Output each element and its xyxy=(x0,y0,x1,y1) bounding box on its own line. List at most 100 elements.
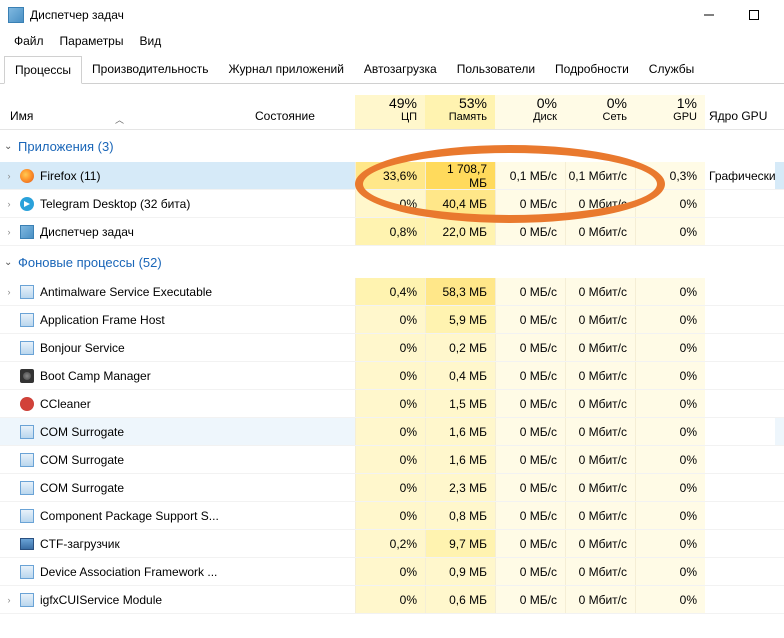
process-icon xyxy=(18,168,36,184)
process-name: CTF-загрузчик xyxy=(36,537,255,551)
process-icon xyxy=(18,196,36,212)
table-row[interactable]: Component Package Support S...0%0,8 МБ0 … xyxy=(0,502,784,530)
cell-network: 0 Мбит/с xyxy=(565,502,635,529)
cell-network: 0 Мбит/с xyxy=(565,390,635,417)
col-cpu[interactable]: 49% ЦП xyxy=(355,95,425,129)
table-row[interactable]: Device Association Framework ...0%0,9 МБ… xyxy=(0,558,784,586)
cell-cpu: 0,2% xyxy=(355,530,425,557)
tab-app-history[interactable]: Журнал приложений xyxy=(219,56,354,83)
table-row[interactable]: ›igfxCUIService Module0%0,6 МБ0 МБ/с0 Мб… xyxy=(0,586,784,614)
cell-network: 0 Мбит/с xyxy=(565,586,635,613)
table-row[interactable]: Bonjour Service0%0,2 МБ0 МБ/с0 Мбит/с0% xyxy=(0,334,784,362)
cell-disk: 0 МБ/с xyxy=(495,218,565,245)
table-row[interactable]: COM Surrogate0%1,6 МБ0 МБ/с0 Мбит/с0% xyxy=(0,446,784,474)
tab-performance[interactable]: Производительность xyxy=(82,56,218,83)
tab-processes[interactable]: Процессы xyxy=(4,56,82,84)
cell-disk: 0 МБ/с xyxy=(495,278,565,305)
table-row[interactable]: CTF-загрузчик0,2%9,7 МБ0 МБ/с0 Мбит/с0% xyxy=(0,530,784,558)
cell-gpu: 0% xyxy=(635,558,705,585)
table-row[interactable]: Boot Camp Manager0%0,4 МБ0 МБ/с0 Мбит/с0… xyxy=(0,362,784,390)
cell-gpu-engine xyxy=(705,390,775,417)
sort-indicator-icon: ︿ xyxy=(115,113,124,126)
col-state[interactable]: Состояние xyxy=(255,109,355,129)
cell-cpu: 0% xyxy=(355,586,425,613)
cpu-total: 49% xyxy=(355,95,417,111)
cell-gpu-engine xyxy=(705,530,775,557)
menu-options[interactable]: Параметры xyxy=(52,32,132,50)
table-row[interactable]: CCleaner0%1,5 МБ0 МБ/с0 Мбит/с0% xyxy=(0,390,784,418)
cell-memory: 58,3 МБ xyxy=(425,278,495,305)
cell-cpu: 0% xyxy=(355,418,425,445)
process-name: COM Surrogate xyxy=(36,453,255,467)
table-row[interactable]: ›Firefox (11)33,6%1 708,7 МБ0,1 МБ/с0,1 … xyxy=(0,162,784,190)
cell-network: 0 Мбит/с xyxy=(565,558,635,585)
cell-memory: 5,9 МБ xyxy=(425,306,495,333)
maximize-button[interactable] xyxy=(731,1,776,30)
cell-cpu: 0% xyxy=(355,558,425,585)
tab-users[interactable]: Пользователи xyxy=(447,56,545,83)
minimize-button[interactable] xyxy=(686,1,731,30)
menu-file[interactable]: Файл xyxy=(6,32,52,50)
table-row[interactable]: COM Surrogate0%2,3 МБ0 МБ/с0 Мбит/с0% xyxy=(0,474,784,502)
cell-gpu-engine xyxy=(705,474,775,501)
tab-bar: Процессы Производительность Журнал прило… xyxy=(0,56,784,84)
cell-gpu-engine xyxy=(705,502,775,529)
cell-network: 0 Мбит/с xyxy=(565,190,635,217)
cell-cpu: 0% xyxy=(355,306,425,333)
cell-gpu: 0% xyxy=(635,418,705,445)
table-row[interactable]: ›Telegram Desktop (32 бита)0%40,4 МБ0 МБ… xyxy=(0,190,784,218)
group-apps-title: Приложения (3) xyxy=(16,139,114,154)
cell-gpu: 0% xyxy=(635,278,705,305)
expand-icon[interactable]: › xyxy=(0,227,18,237)
table-row[interactable]: ›Antimalware Service Executable0,4%58,3 … xyxy=(0,278,784,306)
column-headers: ︿ Имя Состояние 49% ЦП 53% Память 0% Дис… xyxy=(0,84,784,130)
cell-gpu: 0% xyxy=(635,530,705,557)
disk-label: Диск xyxy=(495,111,557,123)
cell-cpu: 0% xyxy=(355,390,425,417)
process-name: Диспетчер задач xyxy=(36,225,255,239)
cell-memory: 0,6 МБ xyxy=(425,586,495,613)
expand-icon[interactable]: › xyxy=(0,595,18,605)
process-icon xyxy=(18,536,36,552)
col-disk[interactable]: 0% Диск xyxy=(495,95,565,129)
group-bg[interactable]: ⌄ Фоновые процессы (52) xyxy=(0,246,784,278)
group-bg-title: Фоновые процессы (52) xyxy=(16,255,162,270)
cell-memory: 9,7 МБ xyxy=(425,530,495,557)
table-row[interactable]: ›Диспетчер задач0,8%22,0 МБ0 МБ/с0 Мбит/… xyxy=(0,218,784,246)
menu-view[interactable]: Вид xyxy=(131,32,169,50)
col-memory[interactable]: 53% Память xyxy=(425,95,495,129)
table-row[interactable]: Application Frame Host0%5,9 МБ0 МБ/с0 Мб… xyxy=(0,306,784,334)
cell-gpu: 0% xyxy=(635,390,705,417)
cell-network: 0,1 Мбит/с xyxy=(565,162,635,189)
tab-services[interactable]: Службы xyxy=(639,56,704,83)
net-label: Сеть xyxy=(565,111,627,123)
cell-disk: 0 МБ/с xyxy=(495,334,565,361)
cell-memory: 0,8 МБ xyxy=(425,502,495,529)
group-apps[interactable]: ⌄ Приложения (3) xyxy=(0,130,784,162)
expand-icon[interactable]: › xyxy=(0,287,18,297)
process-icon xyxy=(18,480,36,496)
cell-network: 0 Мбит/с xyxy=(565,218,635,245)
process-icon xyxy=(18,340,36,356)
process-name: Component Package Support S... xyxy=(36,509,255,523)
col-name[interactable]: ︿ Имя xyxy=(0,109,255,129)
cell-memory: 40,4 МБ xyxy=(425,190,495,217)
table-row[interactable]: COM Surrogate0%1,6 МБ0 МБ/с0 Мбит/с0% xyxy=(0,418,784,446)
cell-disk: 0 МБ/с xyxy=(495,446,565,473)
process-icon xyxy=(18,396,36,412)
tab-details[interactable]: Подробности xyxy=(545,56,639,83)
expand-icon[interactable]: › xyxy=(0,171,18,181)
cell-cpu: 0% xyxy=(355,474,425,501)
app-icon xyxy=(8,7,24,23)
mem-total: 53% xyxy=(425,95,487,111)
col-gpu[interactable]: 1% GPU xyxy=(635,95,705,129)
cell-gpu: 0% xyxy=(635,586,705,613)
cell-memory: 0,4 МБ xyxy=(425,362,495,389)
expand-icon[interactable]: › xyxy=(0,199,18,209)
cell-cpu: 0% xyxy=(355,334,425,361)
col-network[interactable]: 0% Сеть xyxy=(565,95,635,129)
process-name: Application Frame Host xyxy=(36,313,255,327)
tab-startup[interactable]: Автозагрузка xyxy=(354,56,447,83)
col-gpu-engine[interactable]: Ядро GPU xyxy=(705,109,775,129)
cell-gpu-engine xyxy=(705,334,775,361)
